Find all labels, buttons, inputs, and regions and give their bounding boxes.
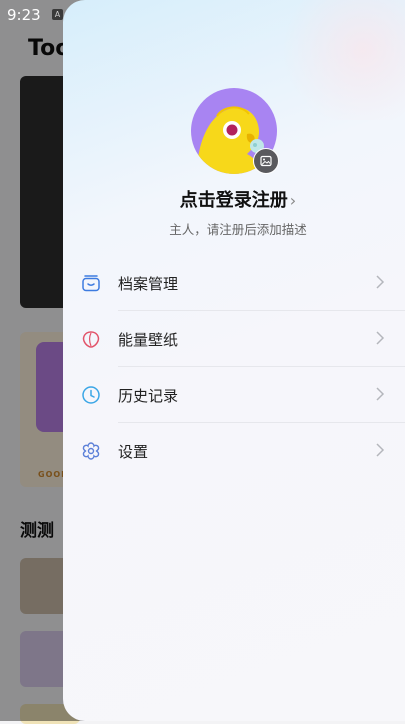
side-drawer: 点击登录注册 › 主人，请注册后添加描述 档案管理 能量壁纸 历史记录 设置 — [63, 0, 405, 721]
settings-flower-icon — [82, 442, 100, 460]
menu-item-settings[interactable]: 设置 — [63, 423, 405, 479]
chevron-right-icon — [376, 331, 385, 345]
status-time: 9:23 — [7, 6, 41, 24]
chevron-right-icon — [376, 387, 385, 401]
peach-icon — [82, 331, 100, 348]
menu-item-label: 能量壁纸 — [118, 330, 179, 349]
menu-item-label: 设置 — [118, 442, 149, 461]
login-register-link[interactable]: 点击登录注册 › — [63, 186, 405, 212]
menu-item-label: 档案管理 — [118, 274, 179, 293]
chevron-right-icon: › — [289, 191, 297, 210]
profile-description: 主人，请注册后添加描述 — [169, 222, 307, 237]
menu-item-label: 历史记录 — [118, 386, 179, 405]
menu-item-archive[interactable]: 档案管理 — [63, 255, 405, 311]
change-avatar-button[interactable] — [253, 148, 279, 174]
login-label: 点击登录注册 — [179, 190, 288, 211]
chevron-right-icon — [376, 275, 385, 289]
menu-item-wallpaper[interactable]: 能量壁纸 — [63, 311, 405, 367]
notification-icon: A — [52, 9, 63, 20]
menu-item-history[interactable]: 历史记录 — [63, 367, 405, 423]
chevron-right-icon — [376, 443, 385, 457]
image-icon — [260, 155, 272, 167]
clock-icon — [82, 386, 100, 404]
archive-box-icon — [82, 275, 100, 292]
drawer-menu: 档案管理 能量壁纸 历史记录 设置 — [63, 255, 405, 479]
